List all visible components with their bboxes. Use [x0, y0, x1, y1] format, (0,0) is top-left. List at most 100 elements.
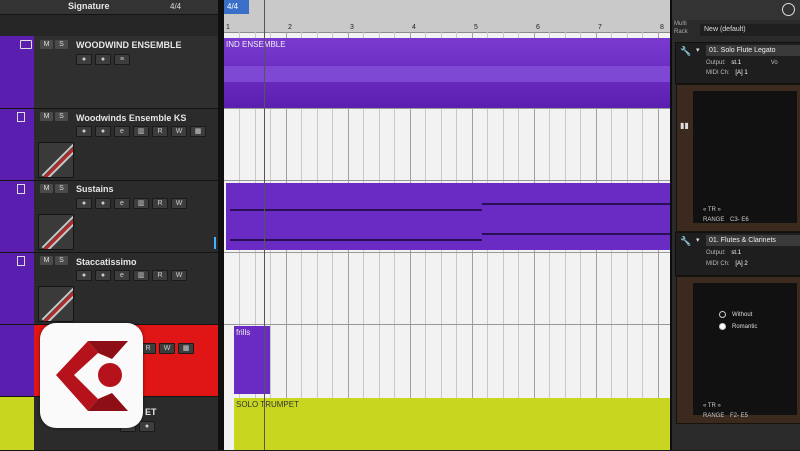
transpose-label: « TR » [703, 403, 721, 409]
write-button[interactable]: W [171, 126, 187, 137]
mute-button[interactable]: M [40, 184, 53, 193]
radio-selected-icon[interactable] [719, 323, 726, 330]
instrument-edit-icon[interactable]: ▦ [190, 126, 206, 137]
monitor-button[interactable]: ● [76, 198, 92, 209]
lane-separator [224, 252, 670, 253]
track-woodwinds-ensemble-ks[interactable]: M S Woodwinds Ensemble KS ● ● e ▥ R W ▦ [0, 109, 218, 181]
instrument-panel-2: Without Romantic « TR » RANGE F2- E5 [676, 276, 800, 424]
instrument-thumbnail [38, 142, 74, 178]
read-button[interactable]: R [152, 270, 168, 281]
edit-button[interactable]: e [114, 198, 130, 209]
cubase-logo-icon [56, 341, 128, 411]
midi-part-solo-trumpet[interactable]: SOLO TRUMPET [234, 398, 670, 450]
write-button[interactable]: W [171, 270, 187, 281]
track-staccatissimo[interactable]: M S Staccatissimo ● ● e ▥ R W [0, 253, 218, 325]
midi-note [230, 209, 482, 211]
solo-button[interactable]: S [55, 184, 68, 193]
read-button[interactable]: R [152, 198, 168, 209]
settings-icon[interactable] [782, 3, 795, 16]
instrument-panel-1: ▮▮ « TR » RANGE C3- E6 [676, 84, 800, 232]
record-button[interactable]: ● [95, 198, 111, 209]
list-icon[interactable]: ≡ [114, 54, 130, 65]
cubase-logo [40, 323, 143, 428]
midi-note [230, 239, 482, 241]
wrench-icon[interactable]: 🔧 [680, 46, 691, 57]
preset-selector[interactable]: New (default) [700, 24, 800, 36]
midi-label: MIDI Ch: [706, 70, 730, 76]
monitor-button[interactable]: ● [76, 54, 92, 65]
solo-button[interactable]: S [55, 40, 68, 49]
monitor-speaker-icon[interactable]: ▥ [133, 270, 149, 281]
mute-button[interactable]: M [40, 256, 53, 265]
write-button[interactable]: W [159, 343, 175, 354]
output-value[interactable]: st.1 [731, 60, 741, 66]
project-cursor[interactable] [264, 0, 265, 450]
chevron-down-icon[interactable]: ▾ [696, 46, 700, 54]
part-label: frills [236, 328, 251, 337]
part-label: SOLO TRUMPET [236, 400, 299, 409]
instrument-name: 01. Solo Flute Legato [706, 45, 800, 56]
output-value[interactable]: st.1 [731, 250, 741, 256]
signature-track[interactable]: Signature 4/4 [0, 0, 218, 15]
radio-icon[interactable] [719, 311, 726, 318]
mixer-icon[interactable]: ▮▮ [680, 121, 689, 130]
output-label: Output: [706, 60, 726, 66]
folder-part[interactable]: IND ENSEMBLE [224, 38, 670, 108]
mute-button[interactable]: M [40, 40, 53, 49]
midi-value[interactable]: [A] 1 [735, 70, 747, 76]
range-value: C3- E6 [730, 217, 749, 223]
bar-ruler[interactable]: 4/4 1 2 3 4 5 6 7 8 [224, 0, 670, 33]
output-row[interactable]: Output: st.1 [706, 250, 741, 256]
midi-note [482, 203, 670, 205]
option-label: Without [732, 312, 753, 319]
time-signature-marker[interactable]: 4/4 [224, 0, 249, 14]
read-button[interactable]: R [152, 126, 168, 137]
chevron-down-icon[interactable]: ▾ [696, 236, 700, 244]
monitor-button[interactable]: ● [76, 270, 92, 281]
midi-label: MIDI Ch: [706, 261, 730, 267]
midi-part-sustains[interactable] [226, 183, 670, 250]
multirack-label: Multi Rack [674, 21, 688, 35]
track-sustains[interactable]: M S Sustains ● ● e ▥ R W [0, 181, 218, 253]
solo-button[interactable]: S [55, 256, 68, 265]
write-button[interactable]: W [171, 198, 187, 209]
lane-separator [224, 108, 670, 109]
part-label: IND ENSEMBLE [226, 40, 286, 49]
track-color-bar [0, 397, 34, 450]
instrument-slot-2[interactable]: 🔧 ▾ 01. Flutes & Clarinets Output: st.1 … [675, 232, 800, 276]
bar-number: 2 [288, 24, 292, 31]
instrument-slot-1[interactable]: 🔧 ▾ 01. Solo Flute Legato Output: st.1 V… [675, 42, 800, 84]
instrument-edit-icon[interactable]: ▦ [178, 343, 194, 354]
level-meter [214, 237, 216, 249]
track-name: Woodwinds Ensemble KS [76, 113, 187, 123]
midi-note [482, 233, 670, 235]
articulation-option-without[interactable]: Without [719, 311, 752, 318]
lane-separator [224, 324, 670, 325]
instrument-icon [17, 112, 25, 122]
instrument-icon [17, 256, 25, 266]
edit-button[interactable]: e [114, 126, 130, 137]
edit-button[interactable]: e [114, 270, 130, 281]
midi-channel-row[interactable]: MIDI Ch: [A] 2 [706, 261, 748, 267]
mute-button[interactable]: M [40, 112, 53, 121]
monitor-speaker-icon[interactable]: ▥ [133, 198, 149, 209]
output-label: Output: [706, 250, 726, 256]
instrument-rack: Multi Rack New (default) 🔧 ▾ 01. Solo Fl… [670, 0, 800, 450]
midi-channel-row[interactable]: MIDI Ch: [A] 1 [706, 70, 748, 76]
record-button[interactable]: ● [95, 54, 111, 65]
instrument-name: 01. Flutes & Clarinets [706, 235, 800, 246]
record-button[interactable]: ● [95, 270, 111, 281]
monitor-speaker-icon[interactable]: ▥ [133, 126, 149, 137]
midi-value[interactable]: [A] 2 [735, 261, 747, 267]
solo-button[interactable]: S [55, 112, 68, 121]
record-button[interactable]: ● [95, 126, 111, 137]
track-woodwind-ensemble[interactable]: M S WOODWIND ENSEMBLE ● ● ≡ [0, 36, 218, 109]
articulation-option-romantic[interactable]: Romantic [719, 323, 757, 330]
arrange-window[interactable]: 4/4 1 2 3 4 5 6 7 8 IND ENSEMBLE frills … [224, 0, 670, 450]
wrench-icon[interactable]: 🔧 [680, 236, 691, 247]
part-content-strip [224, 66, 670, 82]
track-name: ET [145, 407, 157, 417]
output-row[interactable]: Output: st.1 Vo [706, 60, 778, 66]
lane-separator [224, 180, 670, 181]
monitor-button[interactable]: ● [76, 126, 92, 137]
